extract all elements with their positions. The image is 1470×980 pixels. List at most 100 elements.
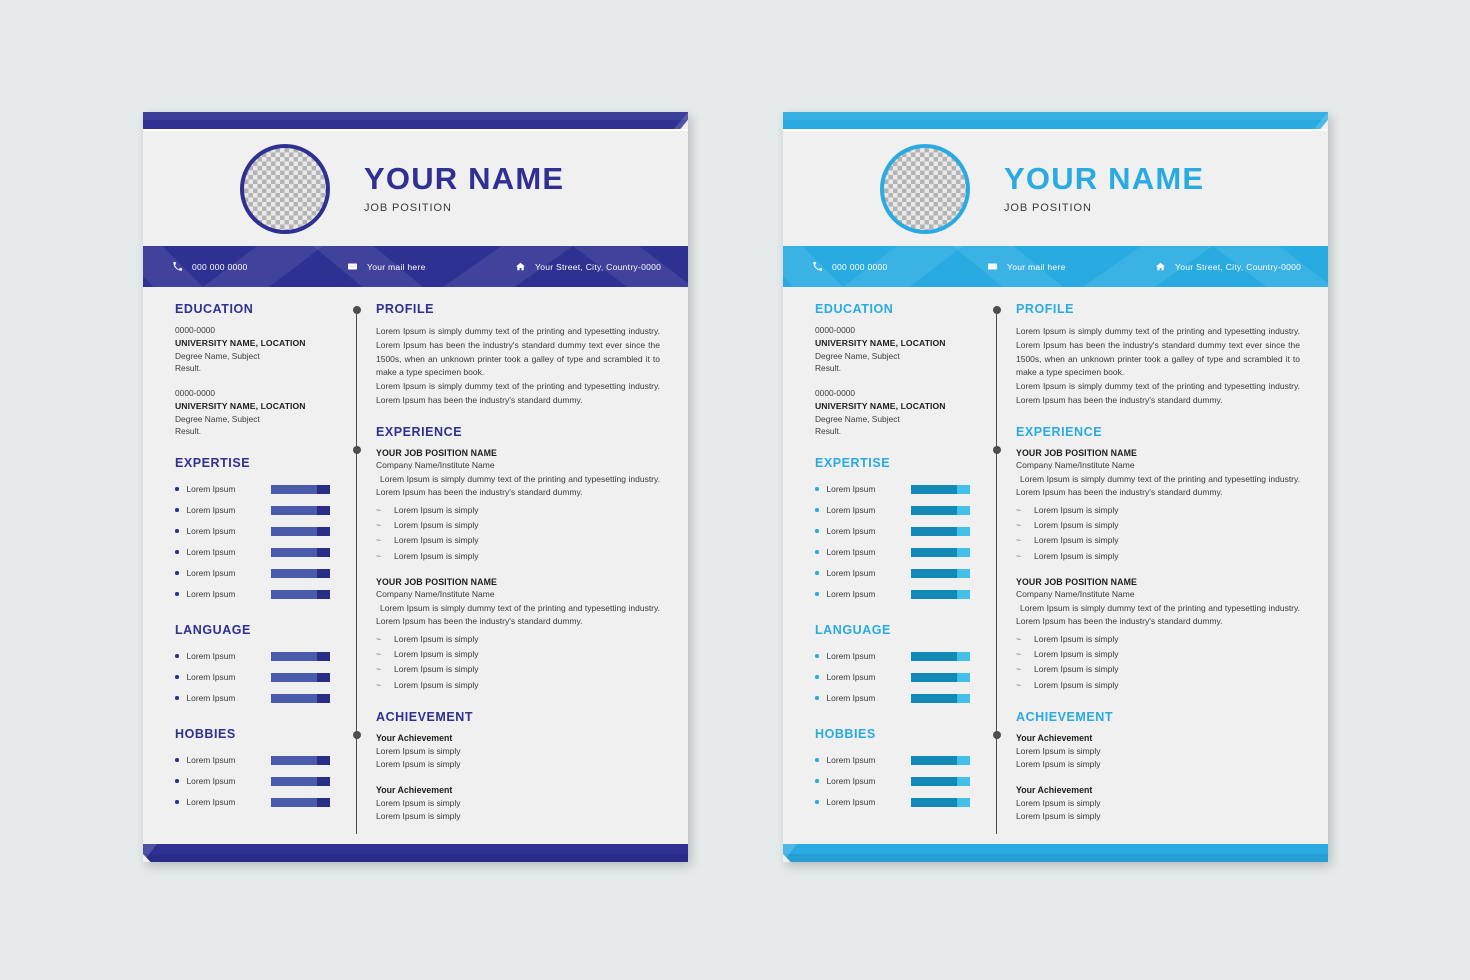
job-title: YOUR JOB POSITION NAME (1016, 447, 1137, 458)
education-date: 0000-0000 (175, 387, 216, 398)
skill-bar-tail (957, 484, 971, 494)
contact-address-text: Your Street, City, Country-0000 (535, 261, 662, 272)
job-bullet-text: Lorem Ipsum is simply (1034, 520, 1119, 531)
skill-bar-fill (270, 526, 318, 536)
skill-bar-fill (910, 547, 958, 557)
contact-address[interactable]: Your Street, City, Country-0000 (1156, 262, 1301, 272)
avatar[interactable] (880, 143, 970, 234)
achievement-title: Your Achievement (376, 732, 453, 743)
education-date: 0000-0000 (815, 325, 856, 335)
skill-bar-fill (910, 484, 958, 494)
profile-section: PROFILE Lorem Ipsum is simply dummy text … (376, 302, 660, 408)
skill-bar[interactable] (270, 547, 331, 557)
contact-address[interactable]: Your Street, City, Country-0000 (516, 262, 661, 272)
skill-label: Lorem Ipsum (826, 776, 876, 787)
job-bullet-item: ~ Lorem Ipsum is simply (1016, 678, 1300, 693)
job-description: Lorem Ipsum is simply dummy text of the … (1016, 602, 1300, 627)
skill-row: Lorem Ipsum (175, 750, 344, 771)
skill-bar-fill (270, 797, 318, 807)
experience-section: EXPERIENCE YOUR JOB POSITION NAME Company … (376, 425, 660, 693)
timeline-line (992, 306, 1001, 834)
skill-bar[interactable] (270, 693, 331, 703)
job-bullet-text: Lorem Ipsum is simply (1034, 679, 1119, 690)
contact-mail[interactable]: Your mail here (988, 262, 1156, 272)
skill-bar[interactable] (910, 693, 971, 703)
bullet-icon (175, 779, 179, 783)
bullet-icon (815, 571, 819, 575)
skill-bar-tail (957, 505, 971, 515)
skill-row: Lorem Ipsum (815, 521, 984, 542)
job-bullet-text: Lorem Ipsum is simply (394, 505, 479, 516)
job-bullet-text: Lorem Ipsum is simply (394, 649, 479, 660)
contact-phone[interactable]: 000 000 0000 (813, 262, 988, 272)
skill-bar-fill (910, 672, 958, 682)
skill-bar[interactable] (270, 755, 331, 765)
bullet-icon (815, 654, 819, 658)
skill-bar-tail (317, 547, 331, 557)
bullet-icon (815, 758, 819, 762)
skill-bar[interactable] (270, 651, 331, 661)
hobbies-section: HOBBIES Lorem Ipsum Lorem Ipsum Lorem Ipsum (175, 727, 344, 813)
bullet-icon (175, 696, 179, 700)
timeline-dot (992, 731, 1001, 739)
skill-bar[interactable] (270, 672, 331, 682)
skill-bar[interactable] (270, 589, 331, 599)
skill-bar[interactable] (910, 797, 971, 807)
skill-bar[interactable] (910, 755, 971, 765)
skill-bar-fill (910, 568, 958, 578)
profile-paragraph: Lorem Ipsum is simply dummy text of the … (1016, 326, 1300, 378)
skill-bar[interactable] (910, 484, 971, 494)
education-result: Result. (175, 362, 202, 373)
right-column: PROFILE Lorem Ipsum is simply dummy text … (988, 302, 1328, 842)
timeline-dot (352, 731, 361, 739)
skill-bar[interactable] (910, 547, 971, 557)
job-company: Company Name/Institute Name (1016, 459, 1135, 470)
achievement-entry: Your Achievement Lorem Ipsum is simply Lor… (376, 733, 660, 771)
contact-address-text: Your Street, City, Country-0000 (1175, 261, 1302, 272)
job-company: Company Name/Institute Name (376, 459, 495, 470)
skill-row: Lorem Ipsum (815, 479, 984, 500)
skill-bar[interactable] (910, 526, 971, 536)
education-university: UNIVERSITY NAME, LOCATION (815, 338, 946, 348)
top-banner (143, 112, 688, 129)
resume-header: YOUR NAME JOB POSITION (143, 129, 688, 246)
job-bullet-item: ~ Lorem Ipsum is simply (1016, 662, 1300, 677)
skill-bar[interactable] (270, 776, 331, 786)
contact-phone[interactable]: 000 000 0000 (173, 262, 348, 272)
skill-bar[interactable] (270, 797, 331, 807)
skill-bar-tail (957, 526, 971, 536)
skill-bar[interactable] (910, 776, 971, 786)
tilde-bullet-icon: ~ (1016, 520, 1021, 531)
language-section: LANGUAGE Lorem Ipsum Lorem Ipsum Lorem Ipsu… (175, 623, 344, 709)
job-position-label: JOB POSITION (364, 202, 452, 215)
skill-bar[interactable] (270, 526, 331, 536)
achievement-line: Lorem Ipsum is simply (376, 798, 461, 808)
bottom-banner (143, 844, 688, 862)
skill-bar[interactable] (270, 505, 331, 515)
education-degree: Degree Name, Subject (175, 413, 260, 424)
skill-label: Lorem Ipsum (826, 797, 876, 808)
phone-icon (173, 262, 182, 271)
skill-bar-fill (270, 547, 318, 557)
skill-label: Lorem Ipsum (826, 568, 876, 579)
education-entry: 0000-0000 UNIVERSITY NAME, LOCATION Degree… (815, 325, 984, 375)
profile-paragraph: Lorem Ipsum is simply dummy text of the … (376, 326, 660, 378)
name-block: YOUR NAME JOB POSITION (1004, 162, 1204, 214)
skill-bar-fill (270, 776, 318, 786)
skill-row: Lorem Ipsum (815, 667, 984, 688)
tilde-bullet-icon: ~ (376, 649, 381, 660)
skill-bar-tail (317, 484, 331, 494)
avatar[interactable] (240, 143, 330, 234)
skill-bar[interactable] (910, 568, 971, 578)
skill-bar[interactable] (270, 484, 331, 494)
experience-heading: EXPERIENCE (376, 424, 463, 439)
skill-bar[interactable] (910, 505, 971, 515)
skill-bar[interactable] (910, 589, 971, 599)
skill-row: Lorem Ipsum (175, 771, 344, 792)
contact-mail[interactable]: Your mail here (348, 262, 516, 272)
skill-bar[interactable] (910, 651, 971, 661)
skill-bar[interactable] (910, 672, 971, 682)
banner-gloss (783, 853, 1328, 862)
skill-bar[interactable] (270, 568, 331, 578)
education-heading: EDUCATION (175, 302, 254, 316)
